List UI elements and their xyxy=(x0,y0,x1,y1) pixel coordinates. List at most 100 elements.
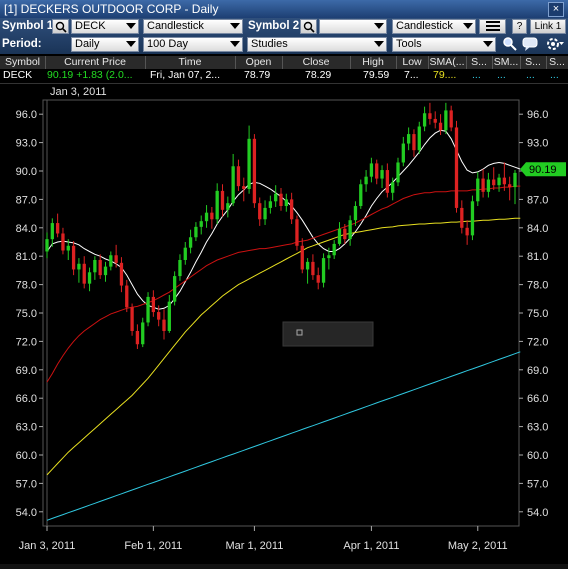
candle-body xyxy=(157,312,161,320)
y-tick-label-left: 63.0 xyxy=(16,422,37,434)
x-tick-label: Jan 3, 2011 xyxy=(19,540,76,552)
menu-button[interactable] xyxy=(479,19,506,34)
quote-price: 90.19 xyxy=(47,69,74,81)
candle-body xyxy=(316,275,320,283)
symbol1-search-button[interactable] xyxy=(52,19,69,34)
quote-header-5[interactable]: High xyxy=(350,56,397,69)
gear-icon xyxy=(547,38,564,50)
candle-body xyxy=(422,113,427,127)
chat-button[interactable] xyxy=(522,36,542,52)
candle-body xyxy=(353,206,358,221)
candlestick-chart[interactable]: 96.096.093.093.090.090.087.087.084.084.0… xyxy=(0,84,568,564)
quote-close: 78.29 xyxy=(305,69,332,81)
y-tick-label-left: 84.0 xyxy=(16,223,37,235)
quote-header-7[interactable]: SMA(... xyxy=(428,56,467,69)
x-tick-label: Mar 1, 2011 xyxy=(225,540,283,552)
symbol2-search-button[interactable] xyxy=(300,19,317,34)
candle-body xyxy=(87,272,92,284)
y-tick-label-right: 81.0 xyxy=(527,251,548,263)
y-tick-label-right: 96.0 xyxy=(527,109,548,121)
quote-header-3[interactable]: Open xyxy=(235,56,283,69)
quote-header-10[interactable]: S... xyxy=(520,56,547,69)
quote-header-4[interactable]: Close xyxy=(282,56,351,69)
quote-data-row[interactable]: DECK 90.19 +1.83 (2.0... Fri, Jan 07, 2.… xyxy=(0,69,568,84)
candle-body xyxy=(210,212,214,220)
help-button[interactable]: ? xyxy=(512,19,527,34)
quote-symbol: DECK xyxy=(3,69,33,81)
y-tick-label-right: 63.0 xyxy=(527,422,548,434)
candle-body xyxy=(247,138,251,189)
x-tick-label: May 2, 2011 xyxy=(448,540,508,552)
candle-body xyxy=(513,172,517,188)
last-price-label: 90.19 xyxy=(529,164,557,176)
candle-body xyxy=(135,330,140,345)
quote-header-11[interactable]: S... xyxy=(546,56,568,69)
symbol1-input[interactable]: DECK xyxy=(71,19,139,34)
options-button[interactable] xyxy=(545,36,565,52)
y-tick-label-right: 75.0 xyxy=(527,308,548,320)
quote-header-8[interactable]: S... xyxy=(466,56,493,69)
tools-select[interactable]: Tools xyxy=(392,37,496,52)
y-tick-label-right: 60.0 xyxy=(527,450,548,462)
candle-body xyxy=(348,220,352,240)
crosshair-label: Jan 3, 2011 xyxy=(50,86,107,98)
candle-body xyxy=(343,228,347,240)
candle-body xyxy=(321,258,326,283)
link-button[interactable]: Link 1 xyxy=(530,19,566,34)
candle-body xyxy=(332,243,336,256)
chart-type-1-select[interactable]: Candlestick xyxy=(143,19,243,34)
range-select[interactable]: 100 Day xyxy=(143,37,243,52)
chart-type-2-value: Candlestick xyxy=(396,20,453,32)
candle-body xyxy=(279,193,283,207)
zoom-button[interactable] xyxy=(502,36,518,52)
period-select[interactable]: Daily xyxy=(71,37,139,52)
symbol2-input[interactable] xyxy=(319,19,387,34)
candle-body xyxy=(486,179,491,192)
y-tick-label-left: 60.0 xyxy=(16,450,37,462)
y-tick-label-left: 54.0 xyxy=(16,507,37,519)
candle-body xyxy=(258,203,262,220)
candle xyxy=(321,253,326,288)
y-tick-label-left: 81.0 xyxy=(16,251,37,263)
zoom-icon xyxy=(503,37,517,51)
candle-body xyxy=(476,178,480,202)
quote-extra-4: ... xyxy=(550,69,559,81)
quote-header-1[interactable]: Current Price xyxy=(45,56,146,69)
candle-body xyxy=(194,226,198,238)
studies-select[interactable]: Studies xyxy=(247,37,387,52)
quote-sma: 79.... xyxy=(433,69,457,81)
candle-body xyxy=(167,301,171,331)
candle-body xyxy=(396,162,400,183)
studies-value: Studies xyxy=(251,38,288,50)
y-tick-label-left: 87.0 xyxy=(16,194,37,206)
candle-body xyxy=(300,245,304,270)
quote-header-9[interactable]: SM... xyxy=(492,56,521,69)
search-icon xyxy=(303,21,315,33)
y-tick-label-right: 69.0 xyxy=(527,365,548,377)
candle-body xyxy=(66,245,70,251)
candle-body xyxy=(125,285,129,308)
y-tick-label-left: 57.0 xyxy=(16,478,37,490)
chart-type-1-value: Candlestick xyxy=(147,20,204,32)
chart-type-2-select[interactable]: Candlestick xyxy=(392,19,476,34)
quote-header-6[interactable]: Low xyxy=(396,56,429,69)
candle-body xyxy=(55,223,60,234)
search-icon xyxy=(55,21,67,33)
quote-header-2[interactable]: Time xyxy=(145,56,236,69)
window-titlebar[interactable]: [1] DECKERS OUTDOOR CORP - Daily × xyxy=(0,0,568,19)
close-button[interactable]: × xyxy=(548,2,564,17)
quote-open: 78.79 xyxy=(244,69,271,81)
candle-body xyxy=(268,201,273,208)
candle-body xyxy=(438,122,443,131)
y-tick-label-right: 93.0 xyxy=(527,138,548,150)
candle-body xyxy=(369,163,374,177)
y-tick-label-left: 96.0 xyxy=(16,109,37,121)
price-chart[interactable]: 96.096.093.093.090.090.087.087.084.084.0… xyxy=(0,84,568,564)
candle-body xyxy=(215,190,219,220)
candle-body xyxy=(327,255,331,259)
candle-body xyxy=(231,166,235,204)
y-tick-label-left: 78.0 xyxy=(16,280,37,292)
period-label: Period: xyxy=(2,38,42,50)
candle-body xyxy=(508,184,512,188)
quote-header-0[interactable]: Symbol xyxy=(0,56,46,69)
